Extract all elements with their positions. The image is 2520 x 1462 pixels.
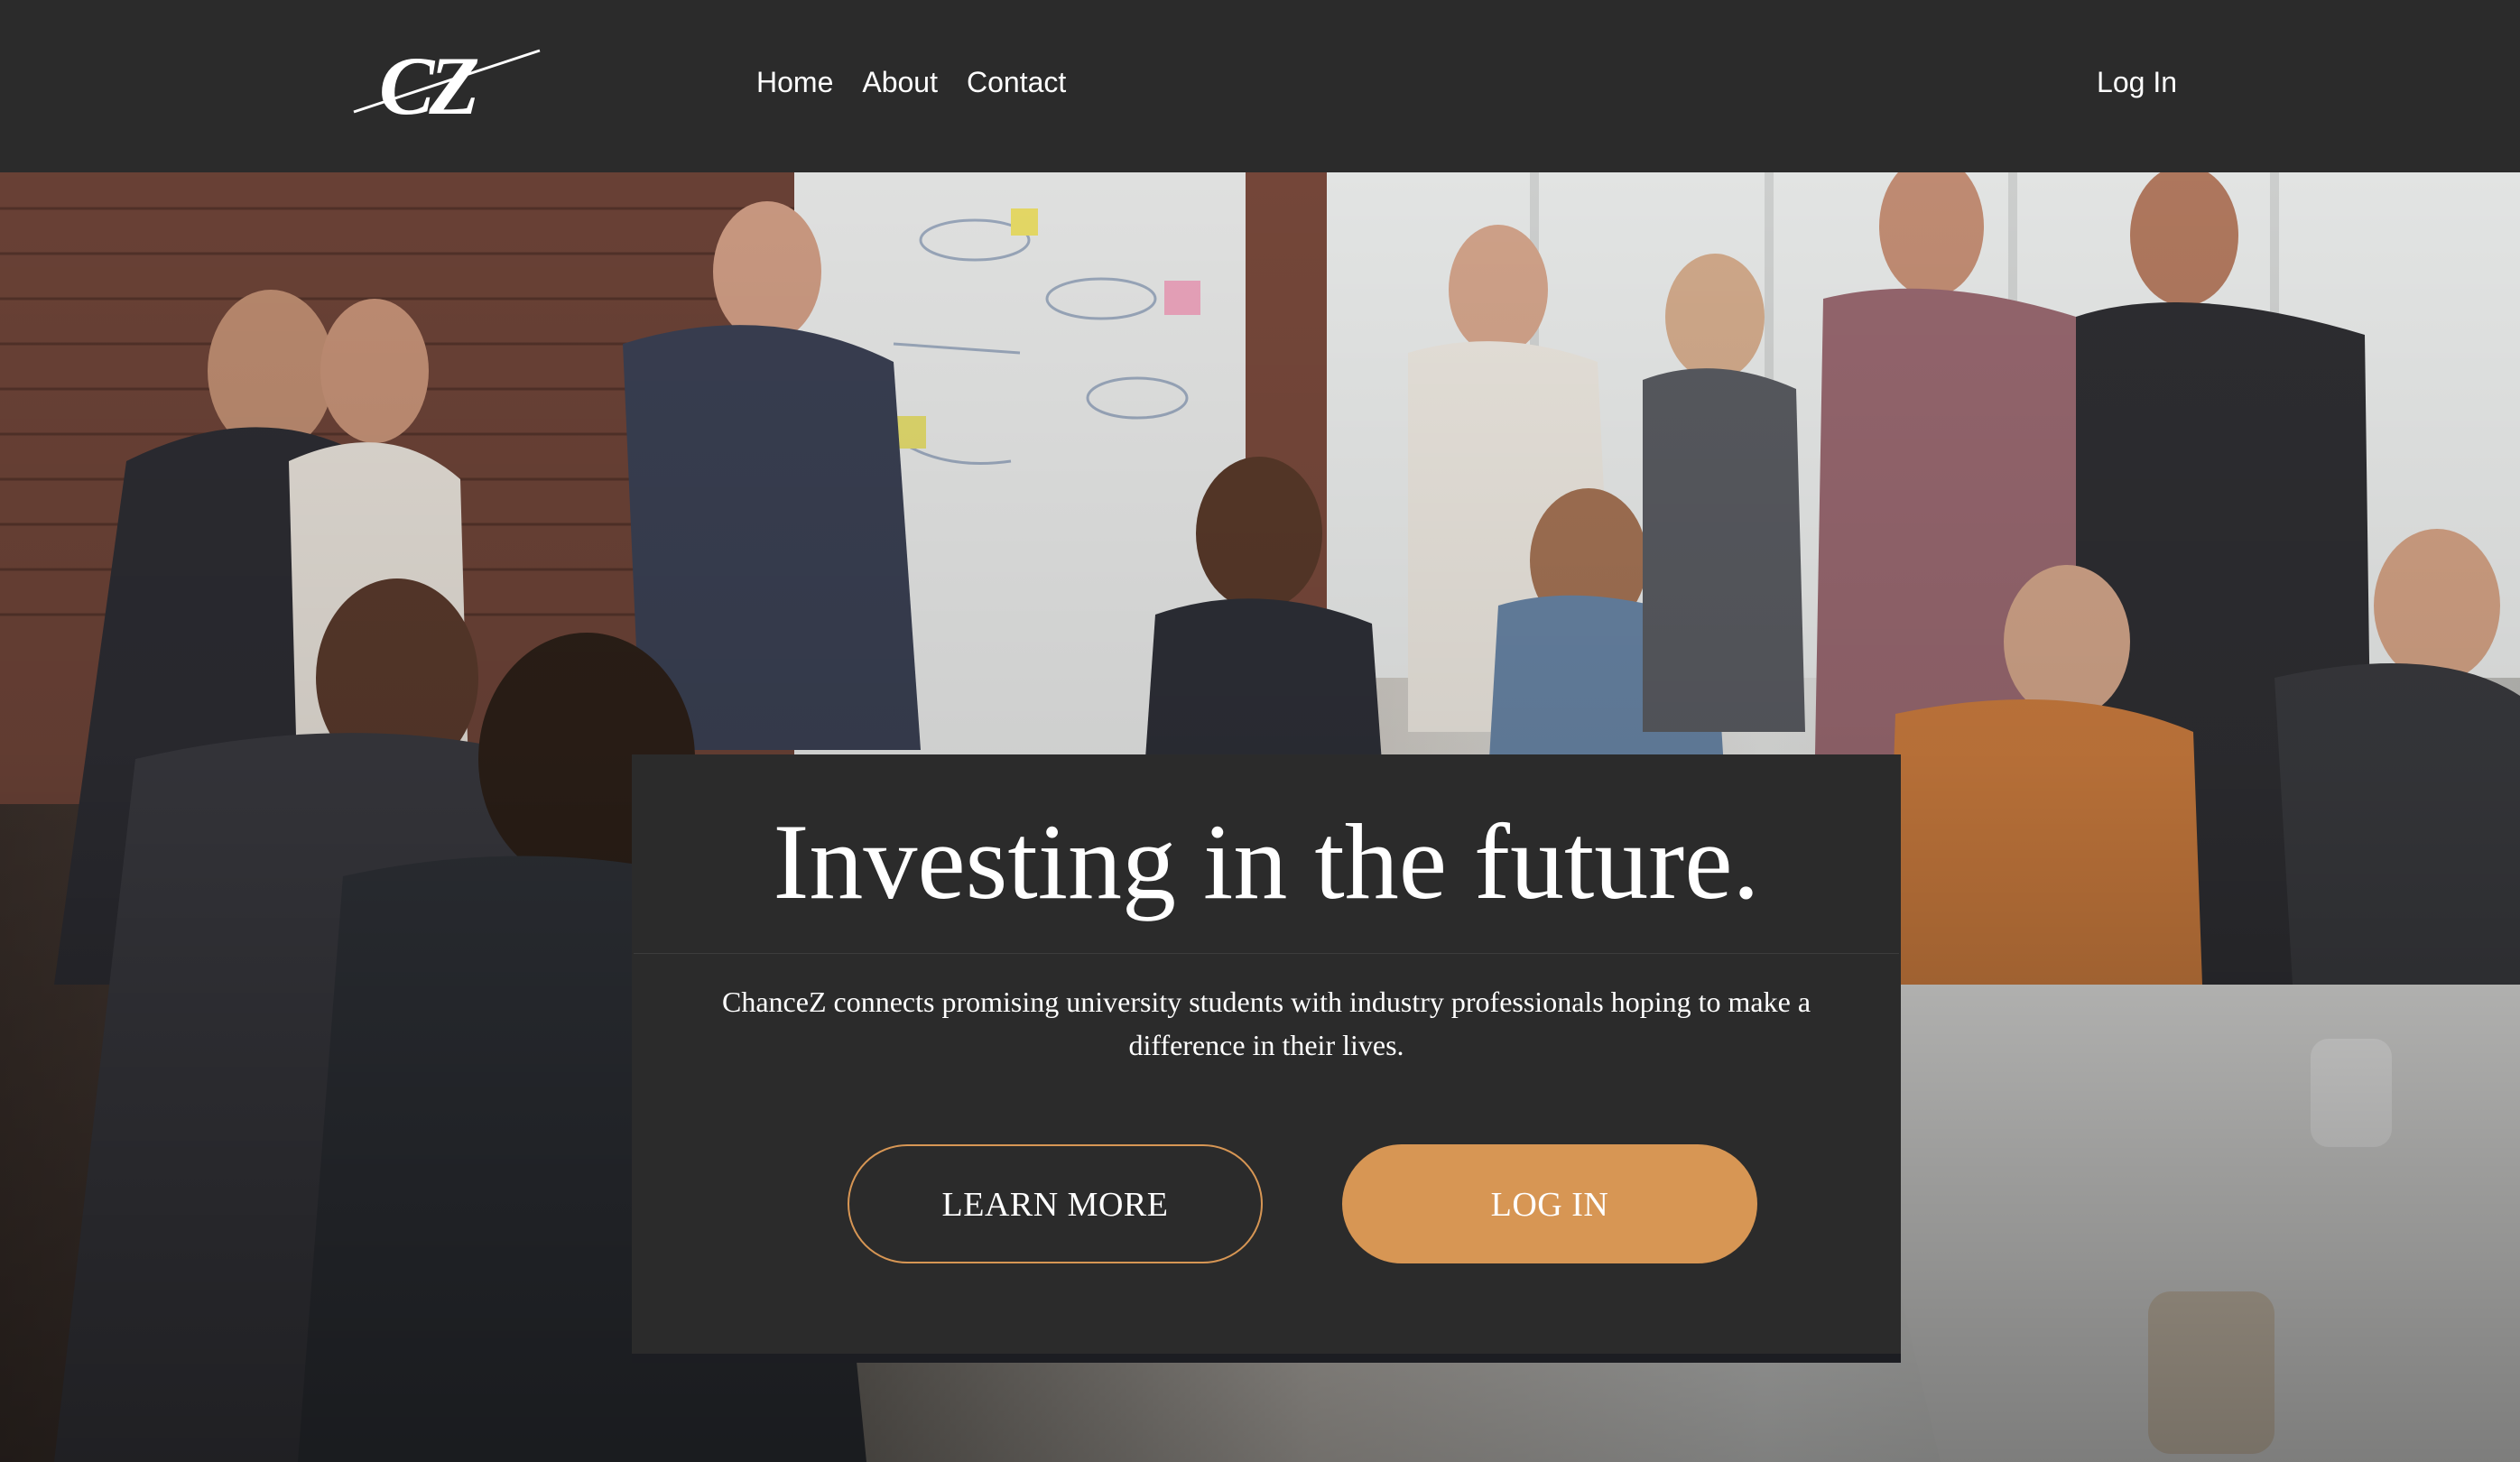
header-login-link[interactable]: Log In xyxy=(2097,61,2177,103)
log-in-button[interactable]: LOG IN xyxy=(1342,1144,1757,1263)
card-divider xyxy=(634,953,1899,954)
landing-page: CZ Home About Contact Log In Investing i… xyxy=(0,0,2520,1462)
svg-text:CZ: CZ xyxy=(379,40,477,126)
nav-home-link[interactable]: Home xyxy=(756,61,833,103)
learn-more-button[interactable]: LEARN MORE xyxy=(848,1144,1263,1263)
top-navbar: CZ Home About Contact Log In xyxy=(0,0,2520,172)
main-nav: Home About Contact xyxy=(756,61,1066,103)
hero-card: Investing in the future. ChanceZ connect… xyxy=(632,754,1901,1354)
nav-contact-link[interactable]: Contact xyxy=(967,61,1066,103)
chancez-logo[interactable]: CZ xyxy=(352,36,542,126)
hero-description: ChanceZ connects promising university st… xyxy=(721,985,1811,1061)
hero-title: Investing in the future. xyxy=(773,801,1760,921)
nav-about-link[interactable]: About xyxy=(862,61,938,103)
logo-icon: CZ xyxy=(353,40,541,126)
